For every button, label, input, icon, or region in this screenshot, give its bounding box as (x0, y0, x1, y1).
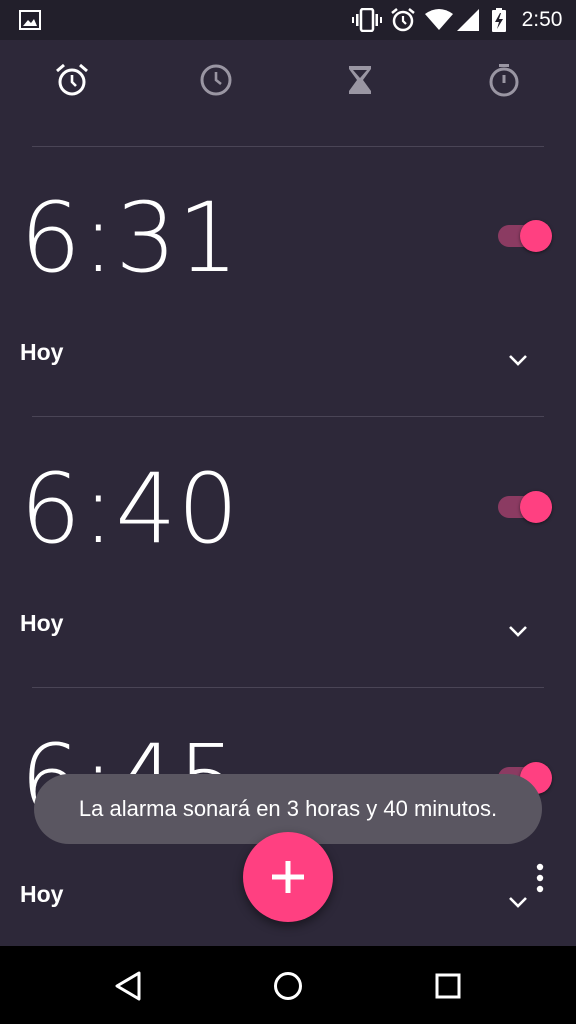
divider (32, 687, 544, 688)
hourglass-icon (349, 66, 371, 94)
divider (32, 146, 544, 147)
status-time: 2:50 (521, 8, 563, 31)
divider (32, 416, 544, 417)
alarm-time[interactable]: 6:31 (20, 182, 240, 294)
alarm-clock-icon (388, 0, 418, 40)
image-notification-icon (16, 0, 44, 40)
tab-stopwatch[interactable] (480, 56, 528, 104)
home-icon[interactable] (262, 960, 314, 1012)
tab-timer[interactable] (336, 56, 384, 104)
tab-clock[interactable] (192, 56, 240, 104)
alarm-toggle[interactable] (496, 485, 552, 525)
wifi-icon (424, 0, 454, 40)
battery-charging-icon (490, 0, 508, 40)
vibrate-icon (350, 0, 384, 40)
expand-chevron-icon[interactable] (500, 613, 536, 649)
plus-icon (272, 861, 304, 893)
tab-bar (0, 40, 576, 120)
alarm-day-label[interactable]: Hoy (20, 881, 63, 908)
alarm-time[interactable]: 6:40 (20, 453, 240, 565)
recents-icon[interactable] (422, 960, 474, 1012)
stopwatch-icon (489, 64, 519, 97)
expand-chevron-icon[interactable] (500, 342, 536, 378)
add-alarm-button[interactable] (243, 832, 333, 922)
tab-alarm[interactable] (48, 56, 96, 104)
alarm-day-label[interactable]: Hoy (20, 610, 63, 637)
clock-icon (200, 64, 232, 96)
overflow-menu-icon[interactable] (528, 860, 552, 896)
status-bar: 2:50 (0, 0, 576, 40)
alarm-day-label[interactable]: Hoy (20, 339, 63, 366)
navigation-bar (0, 946, 576, 1024)
alarm-clock-icon (56, 63, 88, 96)
alarm-toggle[interactable] (496, 214, 552, 254)
signal-icon (456, 0, 480, 40)
back-icon[interactable] (102, 960, 154, 1012)
